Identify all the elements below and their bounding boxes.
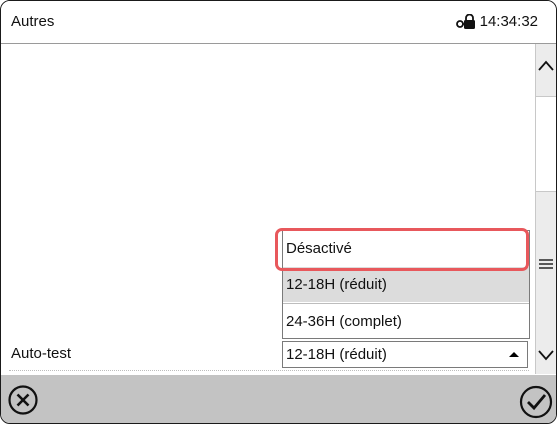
dropdown-option-reduit[interactable]: 12-18H (réduit)	[283, 267, 529, 302]
dropdown-option-complet[interactable]: 24-36H (complet)	[283, 303, 529, 338]
scrollbar-thumb[interactable]	[536, 96, 556, 192]
auto-test-select[interactable]: 12-18H (réduit)	[282, 341, 528, 368]
row-divider	[9, 370, 529, 371]
chevron-up-icon[interactable]	[537, 56, 555, 76]
auto-test-label: Auto-test	[11, 345, 72, 362]
cancel-icon	[8, 385, 38, 415]
menu-icon[interactable]	[537, 254, 555, 274]
device-screen: Autres 14:34:32 Désactivé 12-18H (réduit…	[0, 0, 557, 424]
check-icon	[519, 385, 553, 419]
confirm-button[interactable]	[518, 384, 554, 420]
caret-up-icon	[509, 352, 519, 357]
page-title: Autres	[11, 13, 55, 30]
footer-bar	[1, 375, 556, 423]
status-clock: 14:34:32	[455, 13, 538, 30]
cancel-button[interactable]	[7, 384, 39, 416]
auto-test-value: 12-18H (réduit)	[286, 346, 387, 363]
highlight-box	[275, 228, 529, 271]
header-bar: Autres 14:34:32	[1, 1, 556, 44]
scrollbar-track[interactable]	[535, 44, 556, 374]
lock-key-icon	[455, 13, 476, 30]
clock-time: 14:34:32	[479, 13, 538, 30]
chevron-down-icon[interactable]	[537, 345, 555, 365]
